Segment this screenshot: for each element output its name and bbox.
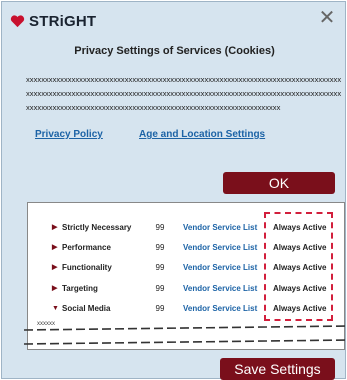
vendor-count: 99 [155, 303, 165, 313]
save-settings-button[interactable]: Save Settings [220, 358, 335, 380]
triangle-down-icon[interactable]: ▼ [52, 305, 59, 312]
vendor-service-list-link[interactable]: Vendor Service List [183, 263, 257, 272]
privacy-policy-link[interactable]: Privacy Policy [35, 129, 103, 140]
vendor-service-list-link[interactable]: Vendor Service List [183, 304, 257, 313]
category-label: Performance [62, 242, 111, 252]
vendor-service-list-link[interactable]: Vendor Service List [183, 223, 257, 232]
category-label: Strictly Necessary [62, 222, 132, 232]
ok-button[interactable]: OK [223, 172, 335, 194]
vendor-count: 99 [155, 242, 165, 252]
category-label: Functionality [62, 262, 112, 272]
triangle-right-icon[interactable]: ▶ [52, 223, 57, 231]
brand-name: STRiGHT [29, 13, 97, 30]
category-label: Targeting [62, 283, 98, 293]
close-icon[interactable]: ✕ [318, 8, 336, 28]
vendor-service-list-link[interactable]: Vendor Service List [183, 243, 257, 252]
category-label: Social Media [62, 303, 111, 313]
always-active-highlight [264, 212, 333, 321]
cookie-dialog: STRiGHT ✕ Privacy Settings of Services (… [1, 1, 347, 380]
triangle-right-icon[interactable]: ▶ [52, 243, 57, 251]
triangle-right-icon[interactable]: ▶ [52, 284, 57, 292]
vendor-count: 99 [155, 262, 165, 272]
truncation-break [24, 325, 347, 345]
brand-logo: STRiGHT [10, 13, 96, 30]
age-location-settings-link[interactable]: Age and Location Settings [139, 129, 265, 140]
vendor-count: 99 [155, 222, 165, 232]
dialog-title: Privacy Settings of Services (Cookies) [74, 45, 275, 57]
heart-icon [10, 15, 25, 28]
dialog-body-text: xxxxxxxxxxxxxxxxxxxxxxxxxxxxxxxxxxxxxxxx… [26, 75, 342, 112]
vendor-count: 99 [155, 283, 165, 293]
triangle-right-icon[interactable]: ▶ [52, 263, 57, 271]
vendor-service-list-link[interactable]: Vendor Service List [183, 284, 257, 293]
